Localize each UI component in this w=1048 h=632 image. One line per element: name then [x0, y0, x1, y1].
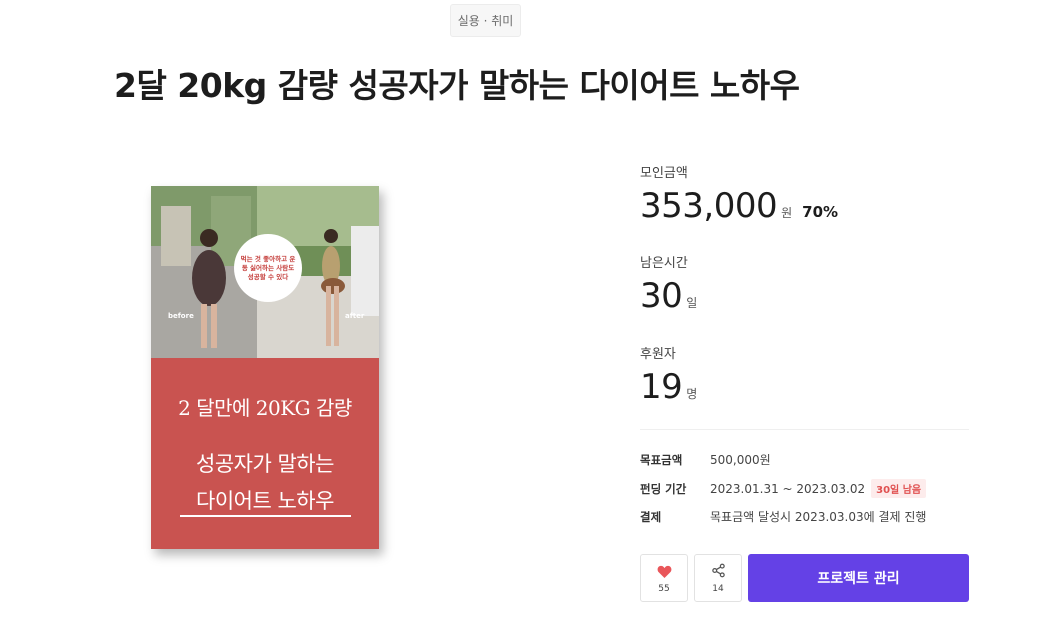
goal-key: 목표금액 — [640, 452, 683, 467]
after-label: after — [345, 312, 365, 320]
cover-subline-2: 다이어트 노하우 — [196, 489, 334, 513]
raised-amount-unit: 원 — [781, 206, 793, 220]
divider — [640, 429, 969, 430]
backers-unit: 명 — [686, 387, 698, 401]
cover-subline: 성공자가 말하는 — [196, 452, 334, 476]
project-title: 2달 20kg 감량 성공자가 말하는 다이어트 노하우 — [114, 66, 800, 105]
manage-project-button[interactable]: 프로젝트 관리 — [748, 554, 969, 602]
category-chip[interactable]: 실용 · 취미 — [450, 4, 521, 37]
backers-value: 19 — [640, 367, 683, 407]
share-icon — [711, 563, 726, 582]
time-left-label: 남은시간 — [640, 256, 688, 271]
backers-label: 후원자 — [640, 347, 676, 362]
before-label: before — [168, 312, 194, 320]
backers: 19 명 — [640, 367, 697, 407]
payment-value: 목표금액 달성시 2023.03.03에 결제 진행 — [710, 510, 927, 524]
period-key: 펀딩 기간 — [640, 481, 687, 496]
period-value: 2023.01.31 ~ 2023.03.02 — [710, 481, 866, 496]
share-count: 14 — [712, 583, 724, 594]
cover-bubble: 먹는 것 좋아하고 운동 싫어하는 사람도 성공할 수 있다 — [234, 234, 302, 302]
days-left-badge: 30일 남음 — [871, 479, 927, 498]
raised-amount-label: 모인금액 — [640, 166, 688, 181]
cover-headline: 2 달만에 20KG 감량 — [178, 396, 352, 420]
cover-underline — [180, 515, 351, 517]
time-left: 30 일 — [640, 276, 697, 316]
funding-percent: 70% — [802, 203, 839, 221]
payment-row: 결제 목표금액 달성시 2023.03.03에 결제 진행 — [640, 508, 926, 525]
share-button[interactable]: 14 — [694, 554, 742, 602]
cover-text-block: 2 달만에 20KG 감량 성공자가 말하는 다이어트 노하우 — [151, 358, 379, 549]
time-left-unit: 일 — [686, 296, 698, 310]
before-after-photo: 먹는 것 좋아하고 운동 싫어하는 사람도 성공할 수 있다 before af… — [151, 186, 379, 358]
raised-amount: 353,000 원 70% — [640, 186, 838, 226]
raised-amount-value: 353,000 — [640, 186, 778, 226]
heart-icon — [657, 563, 672, 582]
like-count: 55 — [658, 583, 670, 594]
period-row: 펀딩 기간 2023.01.31 ~ 2023.03.02 30일 남음 — [640, 479, 927, 498]
like-button[interactable]: 55 — [640, 554, 688, 602]
goal-row: 목표금액 500,000원 — [640, 451, 771, 468]
time-left-value: 30 — [640, 276, 683, 316]
payment-key: 결제 — [640, 509, 662, 524]
project-cover-image: 먹는 것 좋아하고 운동 싫어하는 사람도 성공할 수 있다 before af… — [151, 186, 379, 549]
goal-value: 500,000원 — [710, 453, 771, 467]
